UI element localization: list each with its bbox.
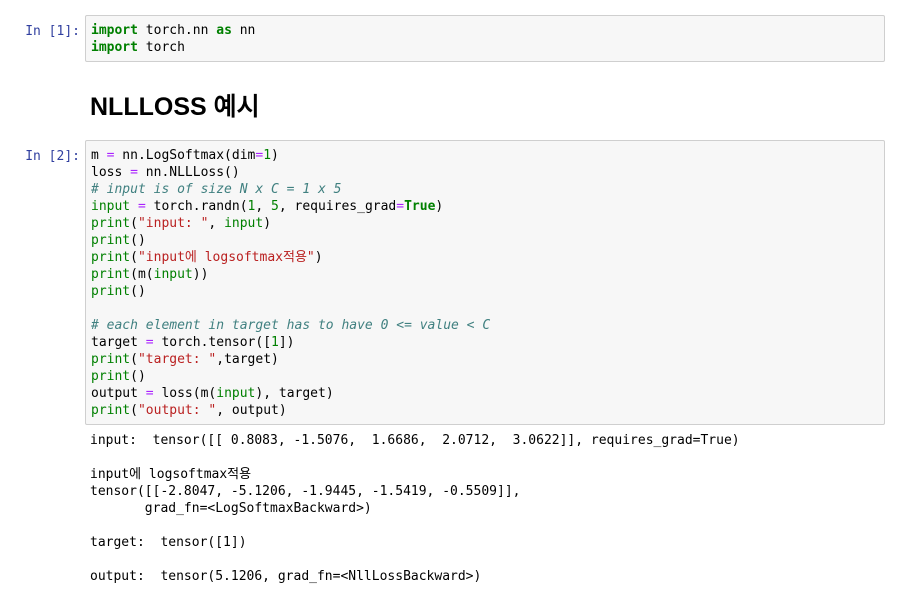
cell-2-output: input: tensor([[ 0.8083, -1.5076, 1.6686… [90, 432, 890, 585]
output-line: grad_fn=<LogSoftmaxBackward>) [90, 501, 372, 516]
output-line: output: tensor(5.1206, grad_fn=<NllLossB… [90, 569, 482, 584]
cell-1-input[interactable]: import torch.nn as nn import torch [85, 15, 885, 62]
cell-2-prompt: In [2]: [25, 149, 80, 164]
cell-1-prompt: In [1]: [25, 24, 80, 39]
code-line: input = torch.randn(1, 5, requires_grad=… [91, 199, 444, 214]
code-line: print(m(input)) [91, 267, 209, 282]
code-line: import torch [91, 40, 185, 55]
code-line: target = torch.tensor([1]) [91, 335, 295, 350]
code-line: print() [91, 284, 146, 299]
code-line: print() [91, 369, 146, 384]
output-line: input: tensor([[ 0.8083, -1.5076, 1.6686… [90, 433, 740, 448]
code-line: output = loss(m(input), target) [91, 386, 334, 401]
cell-2-input[interactable]: m = nn.LogSoftmax(dim=1) loss = nn.NLLLo… [85, 140, 885, 425]
output-line: target: tensor([1]) [90, 535, 247, 550]
code-line: print("output: ", output) [91, 403, 287, 418]
code-comment: # input is of size N x C = 1 x 5 [91, 182, 342, 197]
code-line: m = nn.LogSoftmax(dim=1) [91, 148, 279, 163]
code-line: print("input: ", input) [91, 216, 272, 231]
code-line: loss = nn.NLLLoss() [91, 165, 240, 180]
code-line: print("target: ",target) [91, 352, 279, 367]
markdown-heading: NLLLOSS 예시 [90, 93, 260, 121]
code-line: import torch.nn as nn [91, 23, 256, 38]
code-comment: # each element in target has to have 0 <… [91, 318, 491, 333]
code-line: print() [91, 233, 146, 248]
output-line: input에 logsoftmax적용 [90, 467, 252, 482]
code-line: print("input에 logsoftmax적용") [91, 250, 323, 265]
output-line: tensor([[-2.8047, -5.1206, -1.9445, -1.5… [90, 484, 521, 499]
